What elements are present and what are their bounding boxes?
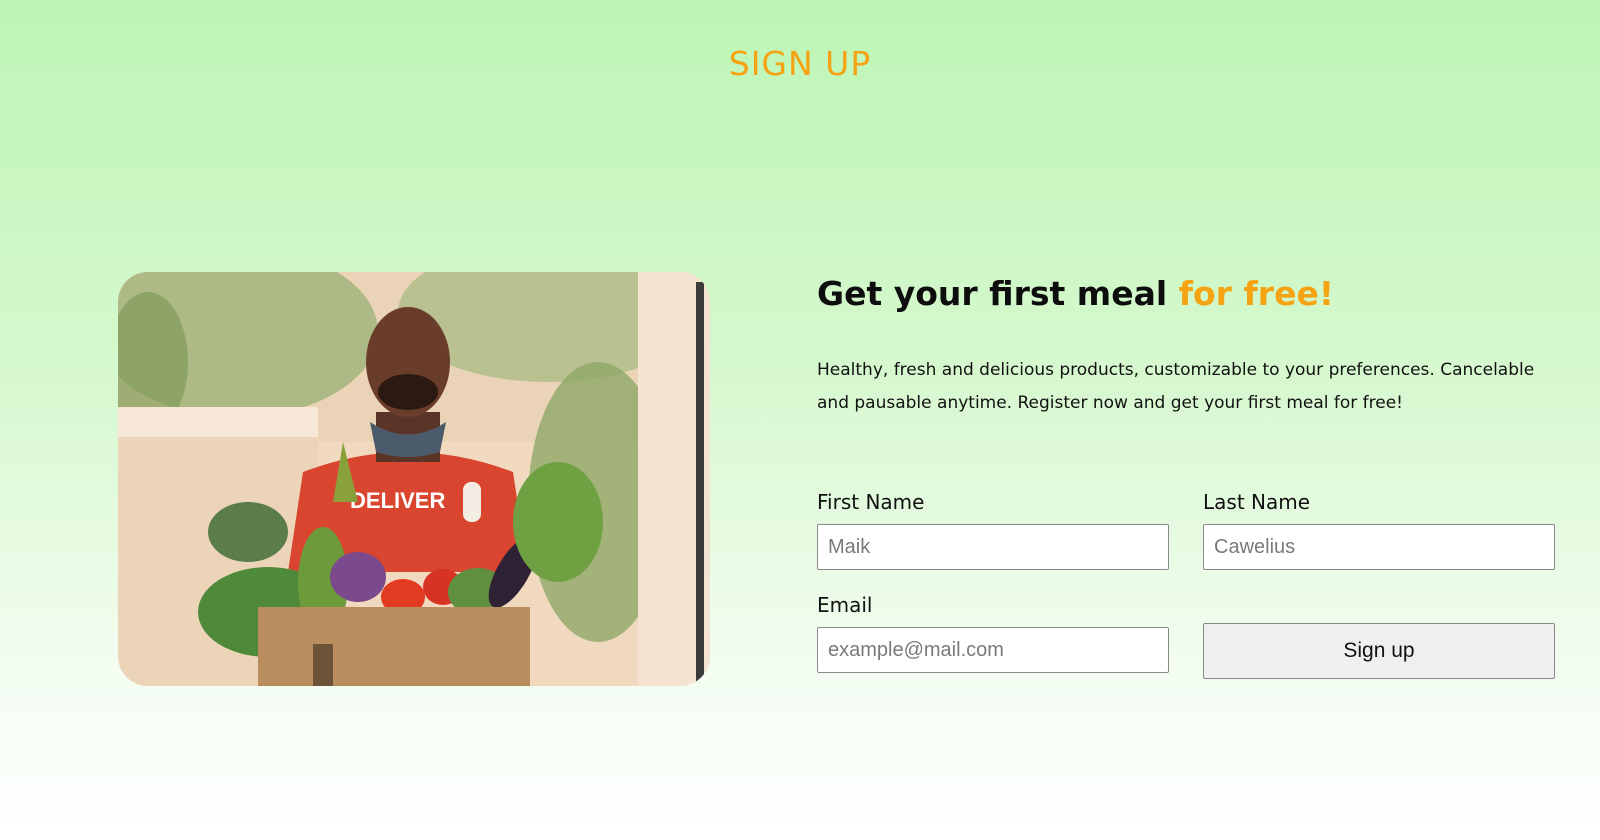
last-name-label: Last Name — [1203, 490, 1311, 514]
first-name-input[interactable] — [817, 524, 1169, 570]
shirt-text: DELIVER — [350, 488, 445, 513]
headline-accent: for free! — [1178, 274, 1334, 313]
email-field: Email — [817, 593, 1169, 673]
first-name-field: First Name — [817, 490, 1169, 570]
hero-image: DELIVER — [118, 272, 710, 686]
headline-text: Get your first meal — [817, 274, 1179, 313]
email-input[interactable] — [817, 627, 1169, 673]
sign-up-button[interactable]: Sign up — [1203, 623, 1555, 679]
email-label: Email — [817, 593, 873, 617]
last-name-input[interactable] — [1203, 524, 1555, 570]
description: Healthy, fresh and delicious products, c… — [817, 360, 1535, 413]
headline: Get your first meal for free! — [817, 272, 1557, 316]
section-title: SIGN UP — [728, 44, 872, 83]
first-name-label: First Name — [817, 490, 925, 514]
last-name-field: Last Name — [1203, 490, 1555, 570]
signup-form: First Name Last Name Email Sign up — [817, 490, 1557, 690]
